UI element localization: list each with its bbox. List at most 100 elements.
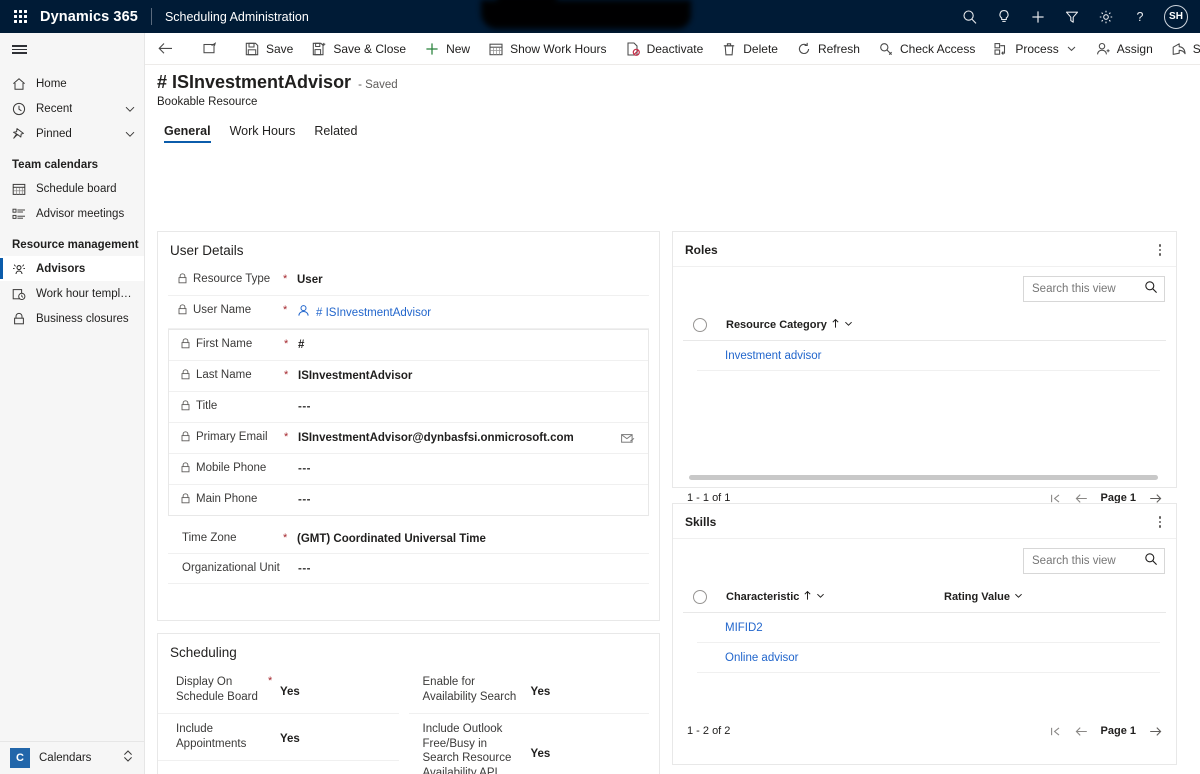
roles-panel-more-button[interactable] (1156, 244, 1165, 256)
search-icon[interactable] (953, 0, 987, 33)
tab-general[interactable]: General (157, 121, 218, 145)
role-row-investment-advisor[interactable]: Investment advisor (697, 341, 1160, 371)
field-label: Main Phone (169, 492, 284, 509)
gear-icon[interactable] (1089, 0, 1123, 33)
skill-cell-characteristic[interactable]: Online advisor (725, 652, 799, 664)
assign-button[interactable]: Assign (1086, 33, 1162, 65)
field-resource-type[interactable]: Resource Type * User (168, 265, 649, 296)
field-label-text: Enable for Availability Search (422, 676, 517, 703)
column-rating-value[interactable]: Rating Value (944, 591, 1023, 603)
top-navigation-bar: Dynamics 365 Scheduling Administration ?… (0, 0, 1200, 33)
skills-search-box[interactable] (1023, 548, 1165, 574)
field-primary-email[interactable]: Primary Email * ISInvestmentAdvisor@dynb… (169, 423, 648, 454)
roles-search-box[interactable] (1023, 276, 1165, 302)
popout-button[interactable] (191, 33, 229, 65)
sidebar-item-pinned[interactable]: Pinned (0, 121, 144, 146)
field-title[interactable]: Title --- (169, 392, 648, 423)
search-icon[interactable] (1144, 552, 1158, 571)
select-all-toggle[interactable] (693, 590, 707, 604)
field-user-name[interactable]: User Name * # ISInvestmentAdvisor (168, 296, 649, 329)
search-icon[interactable] (1144, 280, 1158, 299)
app-launcher-button[interactable] (0, 10, 40, 23)
next-page-button[interactable] (1149, 726, 1162, 737)
column-resource-category[interactable]: Resource Category (726, 318, 853, 332)
first-page-button[interactable] (1050, 493, 1062, 504)
field-display-on-schedule-board[interactable]: Display On Schedule Board * Yes (158, 667, 399, 714)
field-include-appointments[interactable]: Include Appointments Yes (158, 714, 399, 761)
plus-icon[interactable] (1021, 0, 1055, 33)
more-vertical-icon (1158, 516, 1161, 528)
sidebar-item-work-hour-templates[interactable]: Work hour templates (0, 281, 144, 306)
first-page-button[interactable] (1050, 726, 1062, 737)
field-label-text: First Name (196, 338, 253, 350)
skills-search-input[interactable] (1032, 555, 1144, 567)
app-name-label[interactable]: Scheduling Administration (152, 10, 309, 24)
next-page-button[interactable] (1149, 493, 1162, 504)
chevron-down-icon[interactable] (124, 103, 136, 115)
save-button[interactable]: Save (235, 33, 302, 65)
area-switcher-button[interactable]: C Calendars (0, 741, 144, 774)
skills-pager: Page 1 (1050, 725, 1162, 737)
field-label: First Name (169, 337, 284, 354)
show-work-hours-button[interactable]: Show Work Hours (479, 33, 615, 65)
sidebar-item-home[interactable]: Home (0, 71, 144, 96)
chevron-down-icon[interactable] (816, 591, 825, 603)
assign-button-label: Assign (1116, 41, 1153, 56)
sidebar-item-schedule-board[interactable]: Schedule board (0, 176, 144, 201)
skills-search-area (673, 539, 1176, 574)
sidebar-item-recent[interactable]: Recent (0, 96, 144, 121)
chevron-down-icon[interactable] (1014, 591, 1023, 603)
back-arrow-icon (157, 41, 173, 57)
sidebar-item-advisors[interactable]: Advisors (0, 256, 144, 281)
field-organizational-unit[interactable]: Organizational Unit --- (168, 554, 649, 584)
share-button[interactable]: Share (1162, 33, 1200, 65)
field-mobile-phone[interactable]: Mobile Phone --- (169, 454, 648, 485)
tab-related[interactable]: Related (307, 121, 364, 145)
filter-icon[interactable] (1055, 0, 1089, 33)
field-value: Yes (530, 686, 551, 698)
field-last-name[interactable]: Last Name * ISInvestmentAdvisor (169, 361, 648, 392)
role-cell-resource-category[interactable]: Investment advisor (725, 350, 822, 362)
field-time-zone[interactable]: Time Zone * (GMT) Coordinated Universal … (168, 524, 649, 554)
field-enable-for-availability-search[interactable]: Enable for Availability Search Yes (408, 667, 649, 714)
avatar[interactable]: SH (1164, 4, 1188, 29)
column-label: Resource Category (726, 319, 827, 331)
skill-row-mifid2[interactable]: MIFID2 (697, 613, 1160, 643)
skill-row-online-advisor[interactable]: Online advisor (697, 643, 1160, 673)
calendar-icon (488, 41, 504, 57)
column-characteristic[interactable]: Characteristic (726, 590, 944, 604)
process-button[interactable]: Process (984, 33, 1085, 65)
roles-search-input[interactable] (1032, 283, 1144, 295)
waffle-icon (13, 10, 27, 23)
chevron-down-icon[interactable] (124, 128, 136, 140)
help-icon[interactable]: ? (1123, 0, 1157, 33)
select-all-toggle[interactable] (693, 318, 707, 332)
sidebar-toggle-button[interactable] (0, 33, 144, 66)
brand-label[interactable]: Dynamics 365 (40, 9, 151, 25)
tab-work-hours[interactable]: Work Hours (223, 121, 303, 145)
delete-button[interactable]: Delete (712, 33, 787, 65)
calendar-icon (12, 182, 29, 196)
send-email-icon[interactable] (621, 432, 635, 450)
scheduling-column-left: Display On Schedule Board * Yes Include … (158, 667, 409, 774)
skill-cell-characteristic[interactable]: MIFID2 (725, 622, 763, 634)
sidebar-item-advisor-meetings[interactable]: Advisor meetings (0, 201, 144, 226)
field-label: Time Zone (168, 531, 283, 546)
previous-page-button[interactable] (1075, 726, 1088, 737)
lightbulb-icon[interactable] (987, 0, 1021, 33)
check-access-button[interactable]: Check Access (869, 33, 984, 65)
chevron-down-icon[interactable] (844, 319, 853, 331)
deactivate-button[interactable]: Deactivate (616, 33, 713, 65)
new-button[interactable]: New (415, 33, 479, 65)
previous-page-button[interactable] (1075, 493, 1088, 504)
skills-panel-more-button[interactable] (1156, 516, 1165, 528)
sidebar-item-business-closures[interactable]: Business closures (0, 306, 144, 331)
back-button[interactable] (145, 33, 185, 65)
field-include-outlook-free-busy[interactable]: Include Outlook Free/Busy in Search Reso… (409, 714, 650, 774)
field-value-lookup[interactable]: # ISInvestmentAdvisor (297, 303, 649, 322)
save-and-close-button[interactable]: Save & Close (302, 33, 415, 65)
field-first-name[interactable]: First Name * # (169, 330, 648, 361)
field-main-phone[interactable]: Main Phone --- (169, 485, 648, 515)
refresh-button[interactable]: Refresh (787, 33, 869, 65)
roles-horizontal-scrollbar[interactable] (689, 475, 1158, 480)
